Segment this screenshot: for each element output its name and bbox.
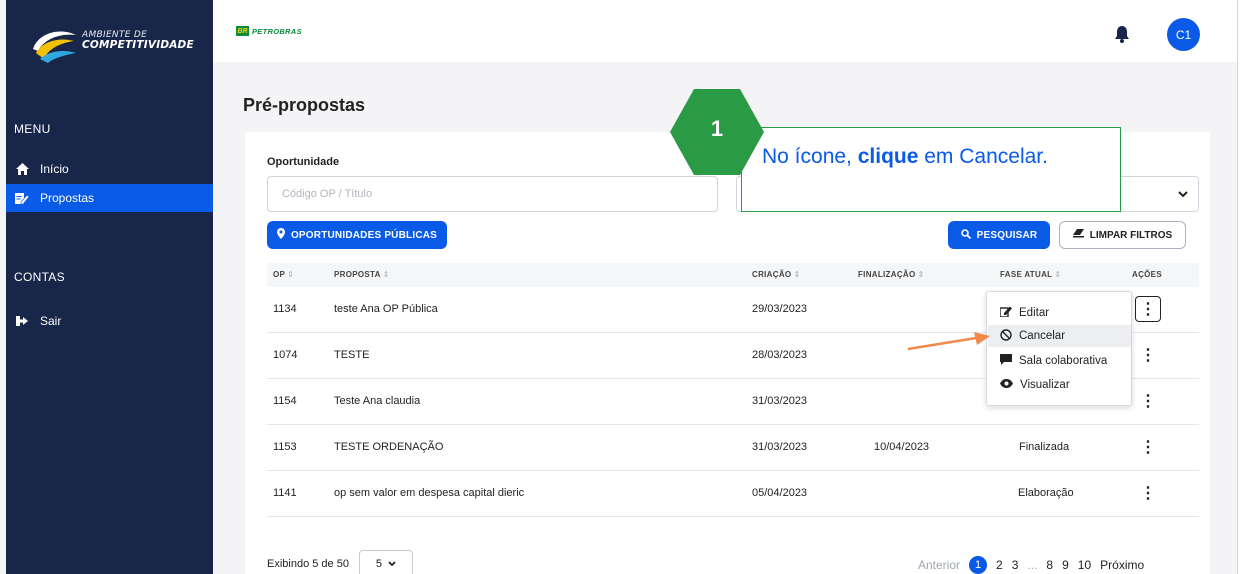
- instruction-callout: No ícone, clique em Cancelar.: [741, 127, 1121, 212]
- opportunity-search-input[interactable]: [267, 176, 718, 212]
- cell-proposta: TESTE: [334, 349, 370, 361]
- menu-item-editar[interactable]: Editar: [988, 302, 1131, 324]
- edit-icon: [999, 306, 1012, 320]
- menu-item-visualizar[interactable]: Visualizar: [988, 374, 1131, 396]
- menu-heading: MENU: [14, 122, 51, 136]
- edit-document-icon: [14, 192, 30, 204]
- row-actions-button[interactable]: ⋮: [1135, 342, 1161, 368]
- column-header-finalizacao[interactable]: FINALIZAÇÃO ⇕: [858, 270, 925, 279]
- public-opportunities-button[interactable]: OPORTUNIDADES PÚBLICAS: [267, 221, 447, 249]
- sidebar-item-label: Início: [40, 162, 69, 176]
- page-link-3[interactable]: 3: [1012, 558, 1019, 572]
- location-pin-icon: [276, 228, 285, 242]
- petrobras-logo: BR PETROBRAS: [236, 26, 302, 36]
- column-header-criacao[interactable]: CRIAÇÃO ⇕: [752, 270, 800, 279]
- cell-proposta: Teste Ana claudia: [334, 395, 421, 407]
- menu-item-cancelar[interactable]: Cancelar: [988, 325, 1131, 347]
- column-header-acoes: AÇÕES: [1132, 270, 1162, 279]
- cell-criacao: 28/03/2023: [752, 349, 808, 361]
- cell-criacao: 31/03/2023: [752, 395, 808, 407]
- sidebar-item-label: Propostas: [40, 191, 95, 205]
- row-actions-button[interactable]: ⋮: [1135, 296, 1161, 322]
- cell-criacao: 05/04/2023: [752, 487, 808, 499]
- top-header: BR PETROBRAS C1: [213, 0, 1237, 62]
- eraser-icon: [1072, 229, 1084, 241]
- page-link-2[interactable]: 2: [996, 558, 1003, 572]
- cell-op: 1153: [273, 441, 297, 453]
- avatar[interactable]: C1: [1167, 18, 1200, 51]
- row-actions-button[interactable]: ⋮: [1135, 480, 1161, 506]
- page-link-8[interactable]: 8: [1046, 558, 1053, 572]
- brand-badge: BR: [236, 26, 249, 36]
- cell-fase: Elaboração: [1018, 487, 1074, 499]
- page-link-10[interactable]: 10: [1078, 558, 1091, 572]
- cell-op: 1141: [273, 487, 297, 499]
- row-actions-button[interactable]: ⋮: [1135, 388, 1161, 414]
- bell-icon[interactable]: [1115, 26, 1129, 48]
- chat-icon: [1000, 354, 1012, 368]
- sidebar: AMBIENTE DE COMPETITIVIDADE MENU Início …: [6, 0, 213, 574]
- table-row: 1153 TESTE ORDENAÇÃO 31/03/2023 10/04/20…: [267, 425, 1199, 471]
- cell-fase: Finalizada: [1019, 441, 1070, 453]
- step-badge: 1: [670, 89, 764, 175]
- next-page-link[interactable]: Próximo: [1100, 558, 1144, 572]
- cell-criacao: 31/03/2023: [752, 441, 808, 453]
- cell-finalizacao: 10/04/2023: [874, 441, 930, 453]
- eye-icon: [1000, 379, 1013, 391]
- sidebar-item-propostas[interactable]: Propostas: [6, 184, 213, 212]
- logo-swoosh-icon: [33, 31, 76, 63]
- row-actions-menu: Editar Cancelar Sala colaborativa Visual…: [986, 291, 1132, 406]
- pagination-summary: Exibindo 5 de 50 5: [267, 550, 413, 574]
- sidebar-item-sair[interactable]: Sair: [6, 307, 213, 335]
- row-actions-button[interactable]: ⋮: [1135, 434, 1161, 460]
- page-title: Pré-propostas: [243, 95, 366, 115]
- chevron-down-icon: [388, 558, 396, 570]
- brand-name: PETROBRAS: [252, 26, 302, 36]
- page-ellipsis: ...: [1027, 558, 1038, 572]
- cell-op: 1154: [273, 395, 297, 407]
- per-page-select[interactable]: 5: [358, 550, 413, 574]
- app-logo[interactable]: AMBIENTE DE COMPETITIVIDADE: [30, 25, 200, 75]
- page-link-1[interactable]: 1: [969, 556, 988, 574]
- table-row: 1141 op sem valor em despesa capital die…: [267, 471, 1199, 517]
- opportunity-label: Oportunidade: [267, 156, 340, 168]
- cell-op: 1074: [273, 349, 298, 361]
- sidebar-item-inicio[interactable]: Início: [6, 155, 213, 183]
- home-icon: [14, 163, 30, 175]
- column-header-proposta[interactable]: PROPOSTA ⇕: [334, 270, 390, 279]
- column-header-fase[interactable]: FASE ATUAL ⇕: [1000, 270, 1061, 279]
- cell-proposta: op sem valor em despesa capital dieric: [334, 487, 525, 499]
- prev-page-link[interactable]: Anterior: [918, 558, 960, 572]
- cell-proposta: TESTE ORDENAÇÃO: [334, 441, 444, 453]
- annotation-arrow-icon: [907, 332, 990, 351]
- search-button[interactable]: PESQUISAR: [948, 221, 1050, 249]
- page-link-9[interactable]: 9: [1062, 558, 1069, 572]
- column-header-op[interactable]: OP ⇕: [273, 270, 294, 279]
- menu-item-sala-colaborativa[interactable]: Sala colaborativa: [988, 350, 1131, 372]
- table-header: OP ⇕ PROPOSTA ⇕ CRIAÇÃO ⇕ FINALIZAÇÃO ⇕ FASE…: [267, 263, 1199, 287]
- step-number: 1: [710, 116, 724, 141]
- scrollbar-edge: [1237, 0, 1245, 574]
- logo-line2: COMPETITIVIDADE: [82, 39, 194, 51]
- sign-out-icon: [14, 316, 30, 326]
- sidebar-item-label: Sair: [40, 314, 62, 328]
- chevron-down-icon: [1178, 187, 1188, 201]
- instruction-text: No ícone, clique em Cancelar.: [762, 145, 1048, 168]
- cell-op: 1134: [273, 303, 297, 315]
- cell-proposta: teste Ana OP Pública: [334, 303, 438, 315]
- clear-filters-button[interactable]: LIMPAR FILTROS: [1059, 221, 1186, 249]
- pagination: Anterior 1 2 3 ... 8 9 10 Próximo: [918, 556, 1144, 574]
- search-icon: [960, 228, 971, 242]
- showing-text: Exibindo 5 de 50: [267, 558, 349, 570]
- accounts-heading: CONTAS: [14, 270, 65, 284]
- cell-criacao: 29/03/2023: [752, 303, 808, 315]
- cancel-circle-icon: [1000, 328, 1012, 344]
